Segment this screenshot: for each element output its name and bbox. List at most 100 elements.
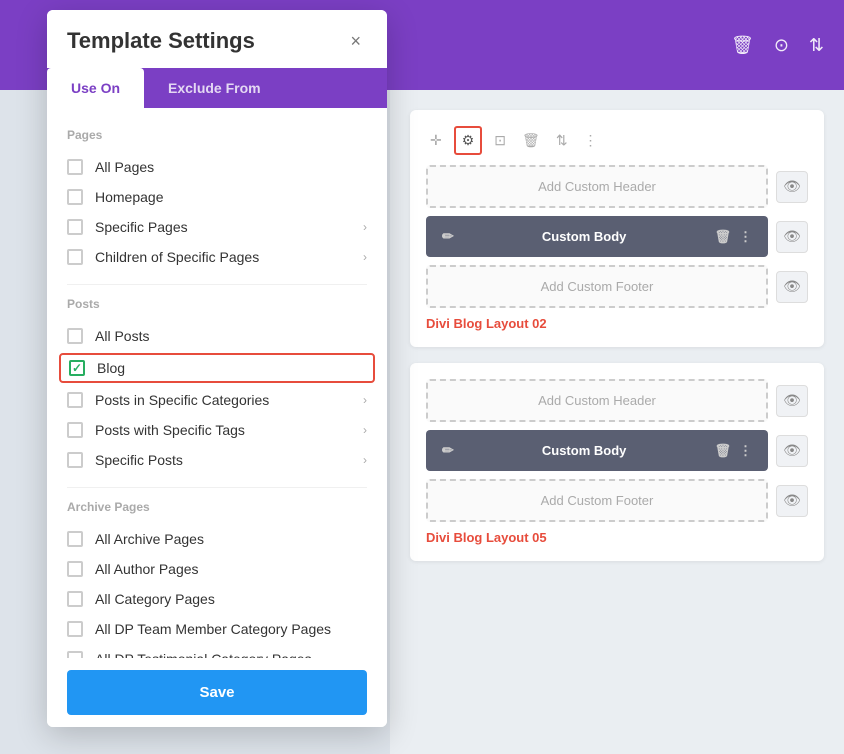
card-2-body-area: ✏ Custom Body 🗑 ⋮ — [426, 430, 768, 471]
card-2-footer-eye[interactable]: 👁 — [776, 485, 808, 517]
checkbox-all-pages[interactable]: All Pages — [67, 152, 367, 182]
blog-check-mark: ✓ — [72, 361, 82, 375]
template-card-1: ✛ ⚙ ⊡ 🗑 ⇅ ⋮ Add Custom Header 👁 ✏ Custom… — [410, 110, 824, 347]
checkbox-all-category[interactable]: All Category Pages — [67, 584, 367, 614]
blog-checkbox[interactable]: ✓ — [69, 360, 85, 376]
card-2-body-label: Custom Body — [542, 443, 627, 458]
checkbox-children-specific[interactable]: Children of Specific Pages › — [67, 242, 367, 272]
card-duplicate-icon[interactable]: ⊡ — [490, 130, 510, 151]
checkbox-all-dp-testimonial[interactable]: All DP Testimonial Category Pages — [67, 644, 367, 658]
card-gear-icon[interactable]: ⚙ — [454, 126, 483, 155]
card-2-body-icons: 🗑 ⋮ — [714, 443, 752, 459]
card-1-body-icons: 🗑 ⋮ — [714, 229, 752, 245]
divider-1 — [67, 284, 367, 285]
all-archive-checkbox[interactable] — [67, 531, 83, 547]
all-posts-checkbox[interactable] — [67, 328, 83, 344]
children-specific-chevron: › — [363, 250, 367, 264]
tab-use-on[interactable]: Use On — [47, 68, 144, 108]
children-specific-label: Children of Specific Pages — [95, 249, 259, 265]
posts-tags-chevron: › — [363, 423, 367, 437]
all-dp-team-checkbox[interactable] — [67, 621, 83, 637]
posts-with-tags-label: Posts with Specific Tags — [95, 422, 245, 438]
checkbox-specific-posts[interactable]: Specific Posts › — [67, 445, 367, 475]
posts-categories-chevron: › — [363, 393, 367, 407]
card-1-body-label: Custom Body — [542, 229, 627, 244]
specific-pages-checkbox[interactable] — [67, 219, 83, 235]
card-1-footer-row: Add Custom Footer 👁 — [426, 265, 808, 308]
specific-posts-chevron: › — [363, 453, 367, 467]
card-1-add-header[interactable]: Add Custom Header — [426, 165, 768, 208]
card-1-add-footer[interactable]: Add Custom Footer — [426, 265, 768, 308]
card-2-add-header[interactable]: Add Custom Header — [426, 379, 768, 422]
card-1-footer-eye[interactable]: 👁 — [776, 271, 808, 303]
delete-icon[interactable]: 🗑 — [731, 35, 754, 56]
card-1-header-eye[interactable]: 👁 — [776, 171, 808, 203]
checkbox-all-dp-team[interactable]: All DP Team Member Category Pages — [67, 614, 367, 644]
all-posts-label: All Posts — [95, 328, 149, 344]
card-2-add-footer[interactable]: Add Custom Footer — [426, 479, 768, 522]
specific-posts-label: Specific Posts — [95, 452, 183, 468]
modal-header: Template Settings × — [47, 10, 387, 68]
checkbox-all-author[interactable]: All Author Pages — [67, 554, 367, 584]
card-delete-icon[interactable]: 🗑 — [518, 130, 544, 151]
save-button[interactable]: Save — [67, 670, 367, 715]
posts-in-categories-label: Posts in Specific Categories — [95, 392, 269, 408]
specific-pages-chevron: › — [363, 220, 367, 234]
right-content: ✛ ⚙ ⊡ 🗑 ⇅ ⋮ Add Custom Header 👁 ✏ Custom… — [390, 90, 844, 754]
right-toolbar: 🗑 ⊙ ⇅ — [390, 0, 844, 90]
posts-with-tags-checkbox[interactable] — [67, 422, 83, 438]
specific-posts-checkbox[interactable] — [67, 452, 83, 468]
all-dp-testimonial-label: All DP Testimonial Category Pages — [95, 651, 312, 658]
checkbox-all-archive[interactable]: All Archive Pages — [67, 524, 367, 554]
modal-close-button[interactable]: × — [344, 29, 367, 54]
card-1-body-row: ✏ Custom Body 🗑 ⋮ 👁 — [426, 216, 808, 257]
card-2-body-eye[interactable]: 👁 — [776, 435, 808, 467]
card-2-footer-row: Add Custom Footer 👁 — [426, 479, 808, 522]
modal-tabs: Use On Exclude From — [47, 68, 387, 108]
card-2-header-row: Add Custom Header 👁 — [426, 379, 808, 422]
card-1-title[interactable]: Divi Blog Layout 02 — [426, 316, 808, 331]
card-sort-icon[interactable]: ⇅ — [552, 130, 572, 151]
card-1-body-eye[interactable]: 👁 — [776, 221, 808, 253]
card-1-edit-icon[interactable]: ✏ — [442, 228, 454, 245]
all-archive-label: All Archive Pages — [95, 531, 204, 547]
checkbox-homepage[interactable]: Homepage — [67, 182, 367, 212]
pages-section-label: Pages — [67, 128, 367, 142]
all-category-label: All Category Pages — [95, 591, 215, 607]
card-1-body-more[interactable]: ⋮ — [739, 229, 752, 245]
checkbox-posts-in-categories[interactable]: Posts in Specific Categories › — [67, 385, 367, 415]
posts-section-label: Posts — [67, 297, 367, 311]
posts-in-categories-checkbox[interactable] — [67, 392, 83, 408]
checkbox-posts-with-tags[interactable]: Posts with Specific Tags › — [67, 415, 367, 445]
all-category-checkbox[interactable] — [67, 591, 83, 607]
template-card-2: Add Custom Header 👁 ✏ Custom Body 🗑 ⋮ 👁 … — [410, 363, 824, 561]
card-move-icon[interactable]: ✛ — [426, 130, 446, 151]
specific-pages-label: Specific Pages — [95, 219, 188, 235]
template-settings-modal: Template Settings × Use On Exclude From … — [47, 10, 387, 727]
card-2-body-more[interactable]: ⋮ — [739, 443, 752, 459]
settings-icon[interactable]: ⇅ — [809, 35, 824, 56]
card-2-title[interactable]: Divi Blog Layout 05 — [426, 530, 808, 545]
checkbox-specific-pages[interactable]: Specific Pages › — [67, 212, 367, 242]
all-pages-checkbox[interactable] — [67, 159, 83, 175]
checkbox-all-posts[interactable]: All Posts — [67, 321, 367, 351]
checkbox-blog[interactable]: ✓ Blog — [59, 353, 375, 383]
card-2-edit-icon[interactable]: ✏ — [442, 442, 454, 459]
card-1-body-delete[interactable]: 🗑 — [714, 229, 731, 245]
card-1-body-area: ✏ Custom Body 🗑 ⋮ — [426, 216, 768, 257]
children-specific-checkbox[interactable] — [67, 249, 83, 265]
homepage-label: Homepage — [95, 189, 164, 205]
card-1-header-row: Add Custom Header 👁 — [426, 165, 808, 208]
card-2-header-eye[interactable]: 👁 — [776, 385, 808, 417]
all-dp-testimonial-checkbox[interactable] — [67, 651, 83, 658]
modal-footer: Save — [47, 658, 387, 727]
all-author-checkbox[interactable] — [67, 561, 83, 577]
tab-exclude-from[interactable]: Exclude From — [144, 68, 285, 108]
homepage-checkbox[interactable] — [67, 189, 83, 205]
all-pages-label: All Pages — [95, 159, 154, 175]
modal-content: Pages All Pages Homepage Specific Pages … — [47, 108, 387, 658]
card-2-body-delete[interactable]: 🗑 — [714, 443, 731, 459]
history-icon[interactable]: ⊙ — [774, 35, 789, 56]
blog-label: Blog — [97, 360, 125, 376]
card-more-icon[interactable]: ⋮ — [580, 130, 602, 151]
